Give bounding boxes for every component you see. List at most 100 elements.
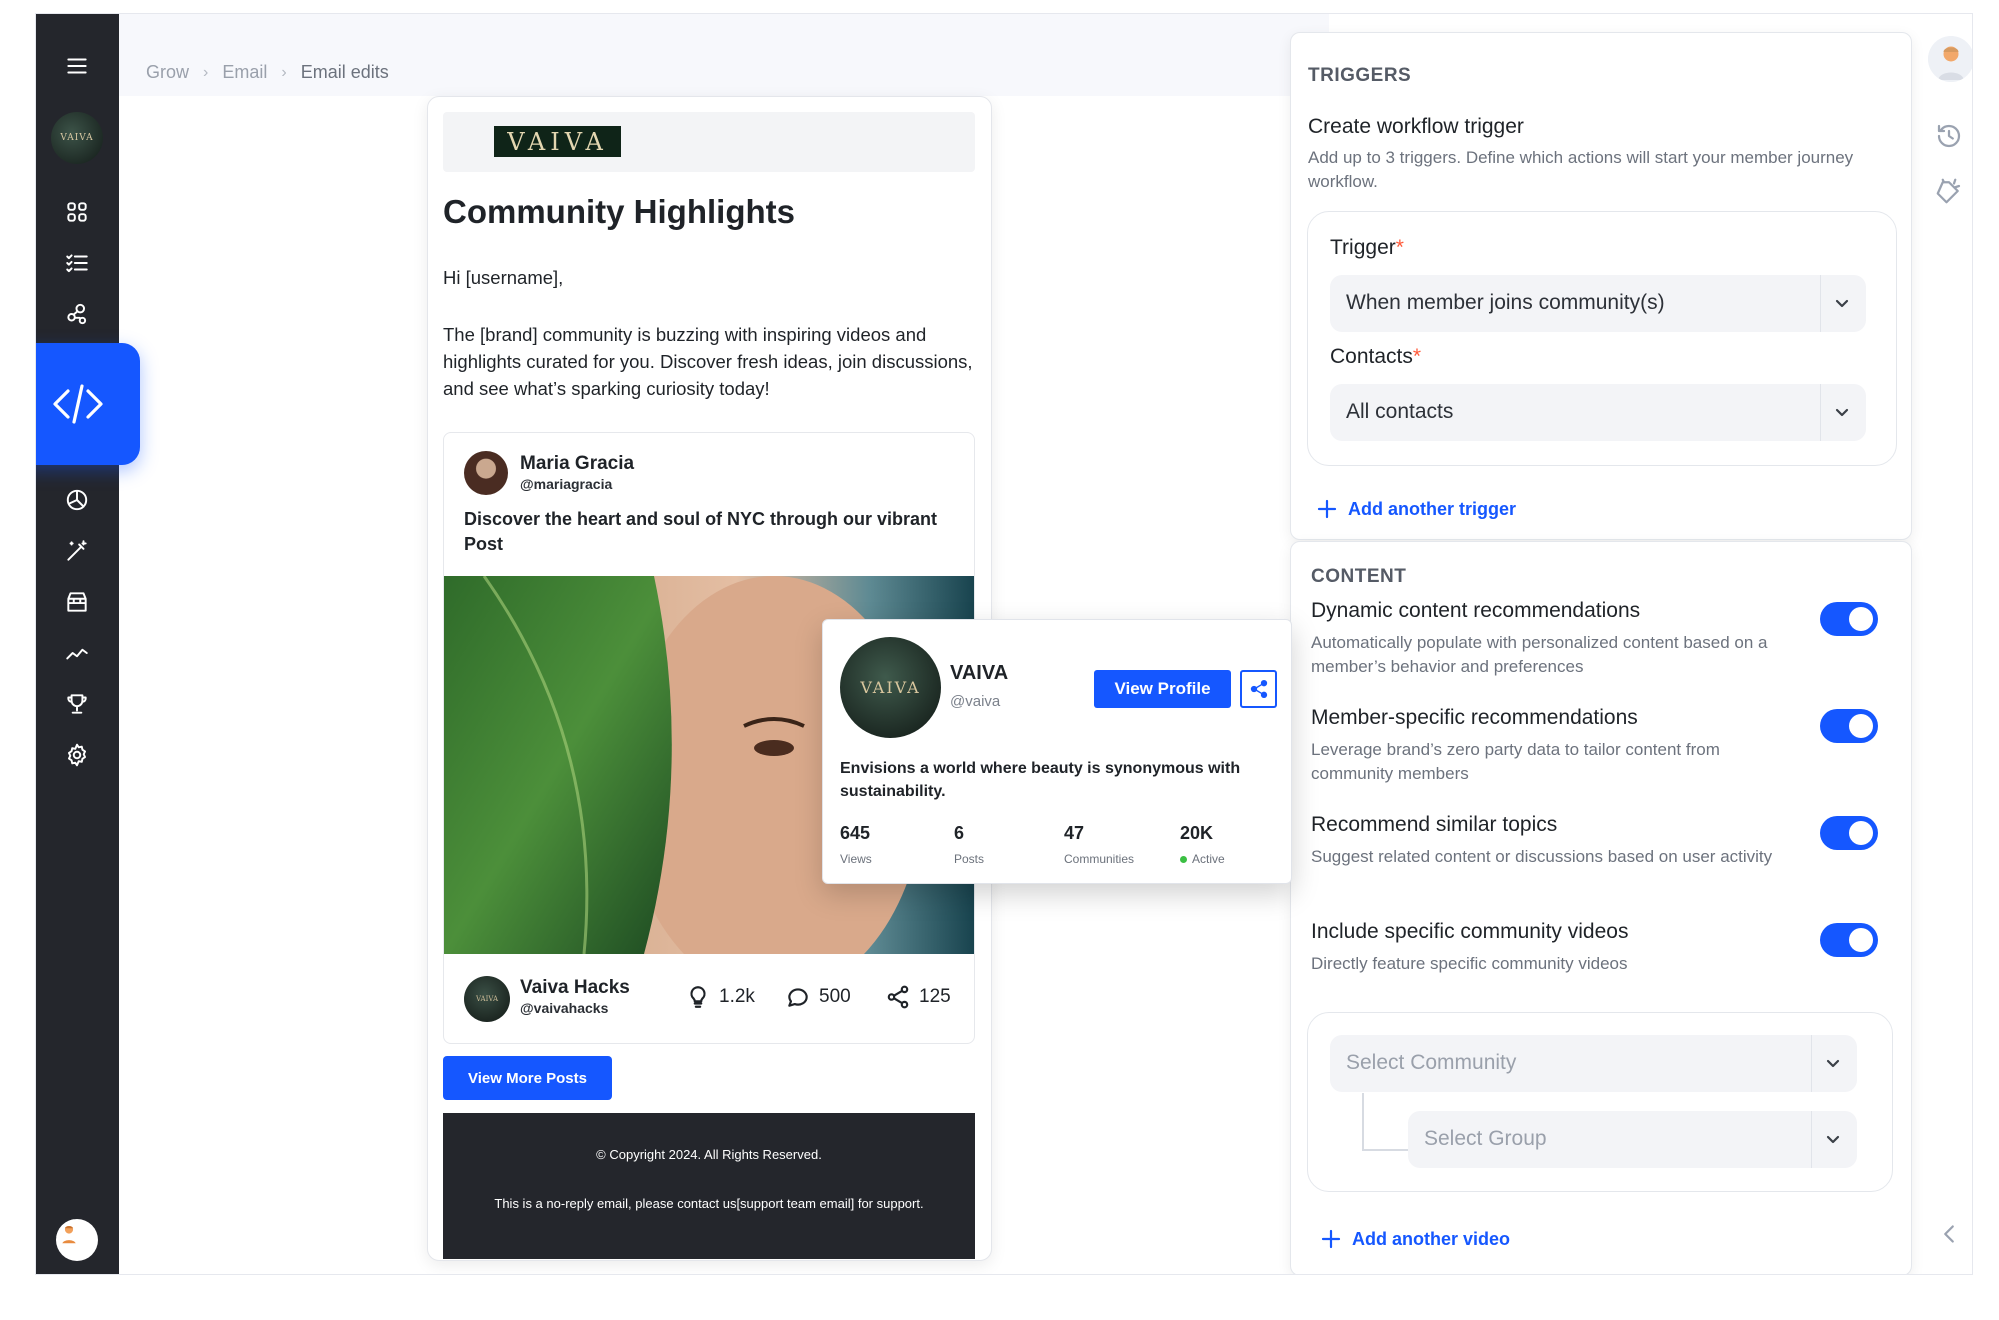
plus-icon: [1321, 1229, 1341, 1249]
comments-stat[interactable]: 500: [785, 984, 851, 1010]
brand-logo: VAIVA: [494, 126, 621, 157]
gear-icon[interactable]: [58, 736, 96, 774]
select-group[interactable]: Select Group: [1408, 1111, 1857, 1168]
option-desc: Automatically populate with personalized…: [1311, 633, 1768, 676]
contacts-label-text: Contacts: [1330, 345, 1413, 368]
option-title: Dynamic content recommendations: [1311, 599, 1641, 622]
triggers-title: Create workflow trigger: [1308, 115, 1524, 138]
toggle-member-specific[interactable]: [1820, 709, 1878, 743]
collaborator-avatar[interactable]: [1928, 36, 1972, 82]
option-dynamic-content: Dynamic content recommendations Automati…: [1311, 599, 1791, 679]
option-title: Include specific community videos: [1311, 920, 1629, 943]
sparkle-tag-icon[interactable]: [1934, 176, 1966, 208]
profile-card: VAIVA VAIVA @vaiva View Profile Envision…: [822, 619, 1292, 884]
network-icon[interactable]: [58, 295, 96, 333]
option-community-videos: Include specific community videos Direct…: [1311, 920, 1791, 976]
code-editor-button[interactable]: [36, 343, 140, 465]
toggle-knob: [1849, 714, 1873, 738]
stat-active: 20K Active: [1180, 823, 1225, 866]
trophy-icon[interactable]: [58, 685, 96, 723]
option-desc: Directly feature specific community vide…: [1311, 954, 1628, 973]
add-another-trigger-link[interactable]: Add another trigger: [1316, 498, 1516, 520]
copyright-text: © Copyright 2024. All Rights Reserved.: [596, 1147, 822, 1162]
contacts-select-value: All contacts: [1346, 400, 1454, 423]
footer-author-avatar: VAIVA: [464, 976, 510, 1022]
trigger-select-value: When member joins community(s): [1346, 291, 1665, 314]
content-header: CONTENT: [1311, 566, 1407, 587]
toggle-dynamic-content[interactable]: [1820, 602, 1878, 636]
user-avatar[interactable]: [56, 1219, 98, 1261]
history-icon[interactable]: [1934, 121, 1966, 153]
trend-icon[interactable]: [58, 634, 96, 672]
profile-bio: Envisions a world where beauty is synony…: [840, 760, 1241, 800]
select-group-placeholder: Select Group: [1424, 1127, 1547, 1150]
breadcrumb-email[interactable]: Email: [222, 62, 267, 83]
post-author-avatar: [464, 451, 508, 495]
triggers-subtitle: Add up to 3 triggers. Define which actio…: [1308, 148, 1854, 191]
likes-count: 1.2k: [719, 986, 755, 1007]
tree-connector: [1362, 1093, 1410, 1151]
chevron-right-icon: ›: [203, 63, 209, 81]
required-mark: *: [1412, 345, 1422, 368]
stat-label: Communities: [1064, 852, 1135, 866]
post-footer: VAIVA Vaiva Hacks @vaivahacks 1.2k 500 1…: [444, 954, 974, 1043]
magic-wand-icon[interactable]: [58, 532, 96, 570]
stat-value: 6: [954, 823, 965, 843]
grid-icon[interactable]: [58, 193, 96, 231]
share-profile-button[interactable]: [1240, 670, 1277, 708]
footer-author-name: Vaiva Hacks: [520, 977, 630, 998]
brand-avatar[interactable]: VAIVA: [51, 112, 103, 164]
stat-value: 47: [1064, 823, 1085, 843]
checklist-icon[interactable]: [58, 244, 96, 282]
code-icon: [53, 384, 103, 424]
active-status-dot: [1180, 855, 1187, 863]
video-select-box: Select Community Select Group: [1307, 1012, 1893, 1192]
canvas-header: [119, 14, 1329, 96]
comment-icon: [788, 988, 808, 1007]
toggle-similar-topics[interactable]: [1820, 816, 1878, 850]
toggle-knob: [1849, 607, 1873, 631]
menu-icon[interactable]: [58, 47, 96, 85]
stat-views: 645 Views: [840, 823, 872, 866]
breadcrumb-grow[interactable]: Grow: [146, 62, 189, 83]
profile-name: VAIVA: [950, 662, 1009, 684]
option-desc: Suggest related content or discussions b…: [1311, 847, 1773, 866]
stat-label: Posts: [954, 852, 985, 866]
add-another-video-link[interactable]: Add another video: [1320, 1228, 1510, 1250]
select-divider: [1820, 384, 1821, 441]
email-intro: The [brand] community is buzzing with in…: [443, 324, 973, 399]
profile-handle: @vaiva: [950, 693, 1001, 710]
toggle-community-videos[interactable]: [1820, 923, 1878, 957]
chart-pie-icon[interactable]: [58, 481, 96, 519]
select-divider: [1811, 1111, 1812, 1168]
view-more-posts-button[interactable]: View More Posts: [443, 1056, 612, 1100]
comments-count: 500: [819, 986, 851, 1007]
stat-communities: 47 Communities: [1064, 823, 1134, 866]
store-icon[interactable]: [58, 583, 96, 621]
left-sidebar: VAIVA: [36, 14, 119, 1274]
view-profile-button[interactable]: View Profile: [1094, 670, 1231, 708]
stat-value: 20K: [1180, 823, 1214, 843]
collapse-chevron-icon[interactable]: [1934, 1219, 1966, 1251]
plus-icon: [1317, 499, 1337, 519]
email-footer: © Copyright 2024. All Rights Reserved. T…: [443, 1113, 975, 1259]
select-community[interactable]: Select Community: [1330, 1035, 1857, 1092]
lightbulb-icon: [690, 986, 706, 1008]
option-member-specific: Member-specific recommendations Leverage…: [1311, 706, 1791, 786]
shares-count: 125: [919, 986, 951, 1007]
trigger-select[interactable]: When member joins community(s): [1330, 275, 1866, 332]
breadcrumb-email-edits: Email edits: [300, 62, 389, 82]
trigger-label-text: Trigger: [1330, 236, 1396, 259]
toggle-knob: [1849, 928, 1873, 952]
contacts-select[interactable]: All contacts: [1330, 384, 1866, 441]
chevron-down-icon: [1832, 402, 1852, 422]
likes-stat[interactable]: 1.2k: [685, 984, 755, 1010]
breadcrumb: Grow › Email › Email edits: [146, 62, 389, 83]
option-title: Member-specific recommendations: [1311, 706, 1638, 729]
profile-avatar: VAIVA: [840, 637, 941, 738]
content-panel: CONTENT Dynamic content recommendations …: [1290, 541, 1912, 1274]
shares-stat[interactable]: 125: [885, 984, 951, 1010]
chevron-down-icon: [1823, 1053, 1843, 1073]
post-text: Discover the heart and soul of NYC throu…: [464, 509, 938, 554]
triggers-panel: TRIGGERS Create workflow trigger Add up …: [1290, 32, 1912, 540]
